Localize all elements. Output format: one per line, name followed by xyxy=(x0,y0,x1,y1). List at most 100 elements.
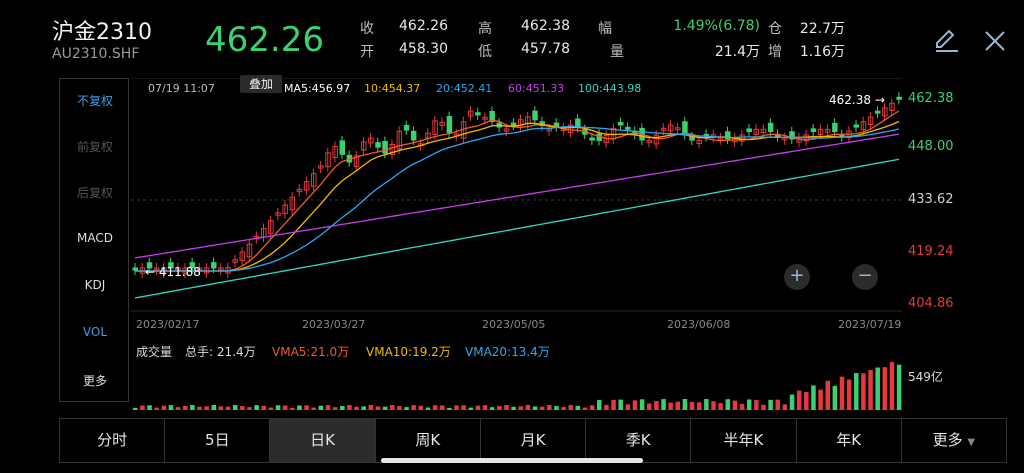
volume-bar xyxy=(504,405,509,410)
candle-body xyxy=(382,141,388,154)
candle-body xyxy=(132,267,138,271)
volume-bar xyxy=(604,404,609,410)
tab-more[interactable]: 更多 ▼ xyxy=(902,419,1006,462)
volume-bar xyxy=(318,405,324,410)
side-vol[interactable]: VOL xyxy=(60,325,130,339)
zoom-out-button[interactable]: − xyxy=(852,264,878,290)
volume-axis-label: 549亿 xyxy=(908,370,943,384)
volume-bar xyxy=(268,407,274,410)
volume-bar xyxy=(161,405,167,410)
volume-bar xyxy=(804,391,809,410)
volume-bar xyxy=(175,407,181,410)
volume-bar xyxy=(868,369,873,410)
candle-body xyxy=(689,136,695,141)
volume-bar xyxy=(475,405,481,410)
close-icon[interactable] xyxy=(982,28,1008,54)
volume-bar xyxy=(225,406,231,410)
high-marker-value: 462.38 xyxy=(829,93,871,107)
tab-intraday[interactable]: 分时 xyxy=(60,419,166,462)
volume-bar xyxy=(575,405,581,410)
axis-label-bottom: 404.86 xyxy=(908,296,954,311)
volume-bar xyxy=(647,403,652,410)
stat-label-close: 收 xyxy=(360,21,374,37)
volume-bar xyxy=(675,401,681,410)
tab-5day[interactable]: 5日 xyxy=(165,419,271,462)
candle-body xyxy=(211,262,217,269)
volume-bar xyxy=(461,405,466,410)
side-forward-adjust[interactable]: 前复权 xyxy=(60,138,130,155)
volume-bar xyxy=(696,402,702,410)
volume-bar xyxy=(754,400,759,410)
tab-more-label: 更多 xyxy=(932,431,963,449)
volume-bar xyxy=(511,406,516,410)
home-indicator xyxy=(381,458,643,463)
period-tabs: 分时 5日 日K 周K 月K 季K 半年K 年K 更多 ▼ xyxy=(59,418,1007,463)
volume-bar xyxy=(832,385,838,410)
candlestick-chart[interactable] xyxy=(131,78,902,410)
tab-yearly[interactable]: 年K xyxy=(797,419,902,462)
volume-bar xyxy=(297,405,302,410)
volume-bar xyxy=(347,405,352,410)
low-marker: ← 411.88 xyxy=(145,265,201,279)
volume-bar xyxy=(746,399,752,410)
volume-bar xyxy=(404,407,409,410)
side-more[interactable]: 更多 xyxy=(60,372,130,389)
tab-halfyear[interactable]: 半年K xyxy=(691,419,797,462)
candle-body xyxy=(339,140,346,155)
last-price: 462.26 xyxy=(205,20,324,60)
zoom-in-button[interactable]: + xyxy=(784,264,810,290)
volume-bar xyxy=(432,405,438,410)
volume-bar xyxy=(197,406,202,410)
volume-bar xyxy=(818,389,823,410)
pencil-icon[interactable] xyxy=(932,26,960,54)
side-backward-adjust[interactable]: 后复权 xyxy=(60,184,130,201)
volume-bar xyxy=(611,399,616,410)
volume-bar xyxy=(582,407,588,410)
volume-bar xyxy=(854,373,859,410)
volume-bar xyxy=(439,405,445,410)
volume-bar xyxy=(275,405,281,410)
volume-bar xyxy=(896,364,902,410)
candle-body xyxy=(896,96,902,100)
volume-bar xyxy=(390,405,395,410)
volume-bar xyxy=(261,405,266,410)
volume-bar xyxy=(311,407,316,410)
candle-body xyxy=(746,128,752,133)
stat-value-low: 457.78 xyxy=(521,41,570,57)
tab-weekly[interactable]: 周K xyxy=(376,419,481,462)
tab-daily[interactable]: 日K xyxy=(270,419,376,462)
tab-quarterly[interactable]: 季K xyxy=(586,419,692,462)
ma60-line xyxy=(134,133,899,259)
volume-bar xyxy=(290,407,295,410)
volume-bar xyxy=(661,399,666,410)
volume-bar xyxy=(454,405,459,410)
candle-body xyxy=(403,124,410,131)
volume-bar xyxy=(889,362,895,410)
volume-bar xyxy=(846,379,852,410)
tab-monthly[interactable]: 月K xyxy=(481,419,587,462)
volume-bar xyxy=(782,404,788,410)
volume-bar xyxy=(489,407,495,410)
candle-body xyxy=(625,126,631,130)
volume-bar xyxy=(182,406,188,410)
volume-bar xyxy=(725,399,731,410)
volume-bar xyxy=(561,407,566,410)
volume-bar xyxy=(732,400,738,410)
volume-bar xyxy=(532,406,538,410)
volume-bar xyxy=(839,376,845,410)
volume-bar xyxy=(811,385,816,410)
stat-value-close: 462.26 xyxy=(399,18,448,34)
stat-label-low: 低 xyxy=(478,44,492,60)
side-macd[interactable]: MACD xyxy=(60,231,130,245)
stat-value-oi: 22.7万 xyxy=(799,21,845,37)
volume-bar xyxy=(190,405,195,410)
stat-value-open: 458.30 xyxy=(399,41,448,57)
volume-bar xyxy=(140,405,145,410)
side-no-adjust[interactable]: 不复权 xyxy=(60,92,130,109)
volume-bar xyxy=(632,400,638,410)
volume-bar xyxy=(304,405,309,410)
candle-body xyxy=(375,142,381,148)
volume-bar xyxy=(468,407,474,410)
side-kdj[interactable]: KDJ xyxy=(60,278,130,292)
volume-bar xyxy=(382,406,388,410)
